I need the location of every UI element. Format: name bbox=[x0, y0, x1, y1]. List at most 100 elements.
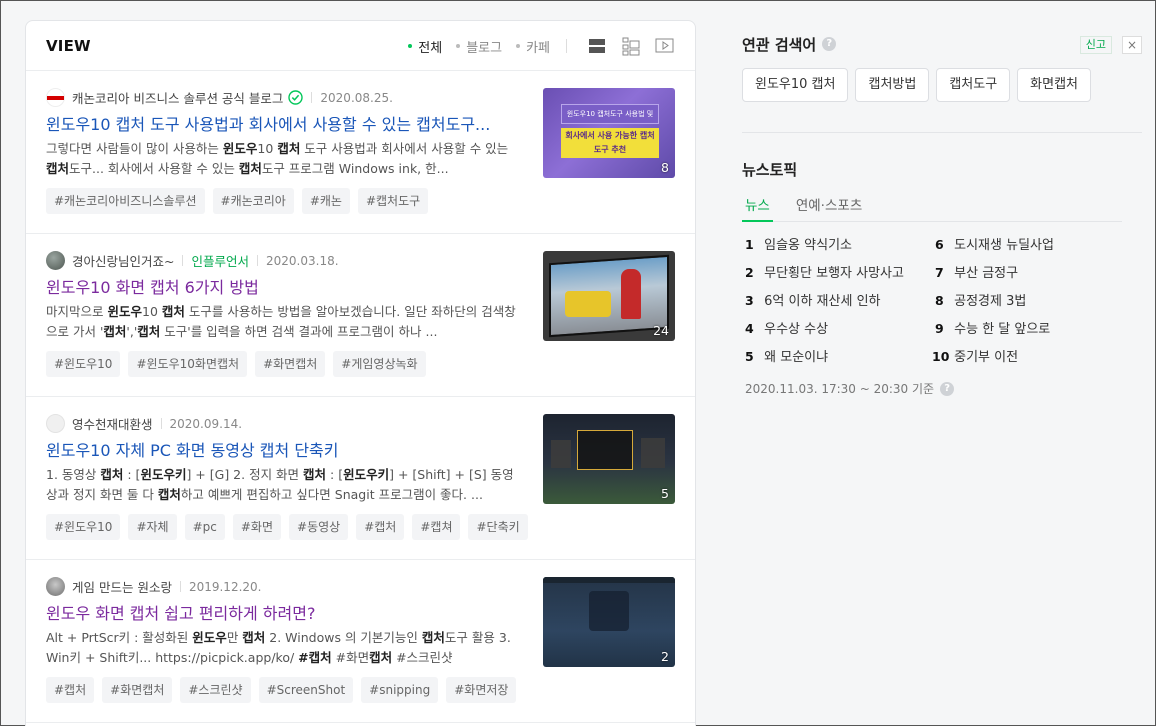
thumbnail[interactable]: 24 bbox=[543, 251, 675, 341]
divider bbox=[257, 255, 258, 266]
bullet-icon bbox=[516, 44, 521, 48]
verified-check-icon bbox=[288, 90, 304, 105]
tag[interactable]: #캡쳐 bbox=[412, 514, 461, 540]
tag[interactable]: #윈도우10 bbox=[46, 514, 121, 540]
related-keyword[interactable]: 캡처방법 bbox=[855, 68, 930, 102]
image-count: 2 bbox=[661, 649, 669, 664]
image-count: 8 bbox=[661, 160, 669, 175]
tag[interactable]: #화면저장 bbox=[446, 677, 517, 703]
avatar[interactable] bbox=[46, 577, 65, 596]
tag-list: #윈도우10 #자체 #pc #화면 #동영상 #캡처 #캡쳐 #단축키 bbox=[46, 514, 536, 540]
news-timestamp: 2020.11.03. 17:30 ~ 20:30 기준 ? bbox=[745, 380, 955, 397]
list-view-icon[interactable] bbox=[585, 34, 609, 58]
tag[interactable]: #윈도우10화면캡처 bbox=[128, 351, 248, 377]
view-filters: 전체 블로그 카페 bbox=[394, 21, 677, 71]
news-tabs: 뉴스 연예·스포츠 bbox=[742, 194, 1122, 222]
author-name[interactable]: 경아신랑님인거죠~ bbox=[72, 251, 174, 270]
tag[interactable]: #ScreenShot bbox=[258, 677, 354, 703]
thumbnail-panel bbox=[577, 430, 633, 470]
tag[interactable]: #윈도우10 bbox=[46, 351, 121, 377]
filter-all[interactable]: 전체 bbox=[408, 37, 442, 56]
news-item[interactable]: 6 도시재생 뉴딜사업 bbox=[935, 234, 1054, 253]
thumbnail-panel bbox=[551, 440, 571, 468]
avatar[interactable] bbox=[46, 414, 65, 433]
tag[interactable]: #snipping bbox=[361, 677, 439, 703]
related-keyword-list: 윈도우10 캡처 캡처방법 캡처도구 화면캡처 bbox=[742, 68, 1142, 102]
tab-news[interactable]: 뉴스 bbox=[742, 194, 773, 222]
news-item[interactable]: 8 공정경제 3법 bbox=[935, 290, 1026, 309]
video-view-icon[interactable] bbox=[653, 34, 677, 58]
close-button[interactable]: × bbox=[1122, 36, 1142, 54]
news-item[interactable]: 9 수능 한 달 앞으로 bbox=[935, 318, 1050, 337]
filter-blog[interactable]: 블로그 bbox=[456, 37, 502, 56]
related-title: 연관 검색어 bbox=[742, 35, 817, 54]
view-title: VIEW bbox=[46, 36, 91, 55]
related-keyword[interactable]: 화면캡처 bbox=[1017, 68, 1092, 102]
tag[interactable]: #스크린샷 bbox=[180, 677, 251, 703]
tag[interactable]: #자체 bbox=[128, 514, 177, 540]
news-item[interactable]: 5 왜 모순이냐 bbox=[745, 346, 828, 365]
result-title[interactable]: 윈도우10 자체 PC 화면 동영상 캡처 단축키 bbox=[46, 437, 526, 461]
tag[interactable]: #캐논 bbox=[301, 188, 350, 214]
author-name[interactable]: 캐논코리아 비즈니스 솔루션 공식 블로그 bbox=[72, 88, 283, 107]
help-icon[interactable]: ? bbox=[822, 37, 837, 51]
news-topic-title: 뉴스토픽 bbox=[742, 161, 798, 179]
news-item[interactable]: 2 무단횡단 보행자 사망사고 bbox=[745, 262, 904, 281]
influencer-badge: 인플루언서 bbox=[191, 254, 249, 269]
post-date: 2020.09.14. bbox=[169, 416, 243, 431]
tag[interactable]: #동영상 bbox=[289, 514, 349, 540]
tag[interactable]: #화면 bbox=[232, 514, 282, 540]
post-date: 2020.03.18. bbox=[266, 253, 339, 268]
tag[interactable]: #캡처 bbox=[46, 677, 95, 703]
related-keywords-section: 연관 검색어 ? 신고 × 윈도우10 캡처 캡처방법 캡처도구 화면캡처 bbox=[742, 31, 1142, 102]
news-item[interactable]: 1 임슬옹 약식기소 bbox=[745, 234, 852, 253]
filter-cafe[interactable]: 카페 bbox=[516, 37, 550, 56]
author-name[interactable]: 영수천재대환생 bbox=[72, 414, 153, 433]
avatar[interactable] bbox=[46, 251, 65, 270]
tag[interactable]: #화면캡처 bbox=[102, 677, 173, 703]
thumbnail-car bbox=[565, 291, 611, 317]
thumbnail-taskbar bbox=[543, 577, 675, 583]
tag[interactable]: #화면캡처 bbox=[255, 351, 326, 377]
tag-list: #윈도우10 #윈도우10화면캡처 #화면캡처 #게임영상녹화 bbox=[46, 351, 434, 377]
related-keyword[interactable]: 캡처도구 bbox=[936, 68, 1011, 102]
tag[interactable]: #캡처도구 bbox=[357, 188, 429, 214]
news-topic-section: 뉴스토픽 뉴스 연예·스포츠 1 임슬옹 약식기소 2 무단횡단 보행자 사망사… bbox=[742, 159, 1122, 396]
related-keyword[interactable]: 윈도우10 캡처 bbox=[742, 68, 849, 102]
tag[interactable]: #게임영상녹화 bbox=[333, 351, 426, 377]
divider bbox=[160, 418, 162, 429]
help-icon[interactable]: ? bbox=[940, 381, 955, 396]
result-meta: 영수천재대환생 2020.09.14. bbox=[46, 414, 242, 433]
news-item[interactable]: 7 부산 금정구 bbox=[935, 262, 1018, 281]
post-date: 2020.08.25. bbox=[320, 90, 393, 105]
thumbnail[interactable]: 윈도우10 캡처도구 사용법 및 회사에서 사용 가능한 캡처도구 추천 8 bbox=[543, 88, 675, 178]
tag[interactable]: #캐논코리아 bbox=[212, 188, 294, 214]
tag[interactable]: #pc bbox=[184, 514, 225, 540]
news-item[interactable]: 4 우수상 수상 bbox=[745, 318, 828, 337]
result-title[interactable]: 윈도우 화면 캡처 쉽고 편리하게 하려면? bbox=[46, 600, 526, 624]
grid-view-icon[interactable] bbox=[619, 34, 643, 58]
result-title[interactable]: 윈도우10 화면 캡처 6가지 방법 bbox=[46, 274, 526, 298]
result-meta: 캐논코리아 비즈니스 솔루션 공식 블로그 2020.08.25. bbox=[46, 88, 393, 107]
result-description: 1. 동영상 캡처 : [윈도우키] + [G] 2. 정지 화면 캡처 : [… bbox=[46, 467, 514, 502]
avatar[interactable] bbox=[46, 88, 65, 107]
news-item[interactable]: 3 6억 이하 재산세 인하 bbox=[745, 290, 881, 309]
result-item: 게임 만드는 원소랑 2019.12.20. 윈도우 화면 캡처 쉽고 편리하게… bbox=[26, 560, 695, 723]
result-item: 캐논코리아 비즈니스 솔루션 공식 블로그 2020.08.25. 윈도우10 … bbox=[26, 71, 695, 234]
divider bbox=[311, 92, 313, 103]
report-button[interactable]: 신고 bbox=[1079, 36, 1112, 54]
post-date: 2019.12.20. bbox=[188, 579, 262, 594]
bullet-icon bbox=[408, 44, 413, 48]
result-meta: 경아신랑님인거죠~ 인플루언서 2020.03.18. bbox=[46, 251, 339, 270]
tab-entertainment-sports[interactable]: 연예·스포츠 bbox=[793, 194, 865, 222]
tag[interactable]: #캡처 bbox=[356, 514, 405, 540]
tag[interactable]: #단축키 bbox=[468, 514, 528, 540]
author-name[interactable]: 게임 만드는 원소랑 bbox=[72, 577, 172, 596]
view-section: VIEW 전체 블로그 카페 캐논코리아 비즈니스 솔루션 공식 블로그 202… bbox=[25, 20, 696, 726]
result-title[interactable]: 윈도우10 캡처 도구 사용법과 회사에서 사용할 수 있는 캡처도구... bbox=[46, 111, 526, 135]
thumbnail[interactable]: 5 bbox=[543, 414, 675, 504]
thumbnail[interactable]: 2 bbox=[543, 577, 675, 667]
thumbnail-figure bbox=[621, 269, 641, 319]
tag[interactable]: #캐논코리아비즈니스솔루션 bbox=[46, 188, 205, 214]
news-item[interactable]: 10 중기부 이전 bbox=[932, 346, 1018, 365]
